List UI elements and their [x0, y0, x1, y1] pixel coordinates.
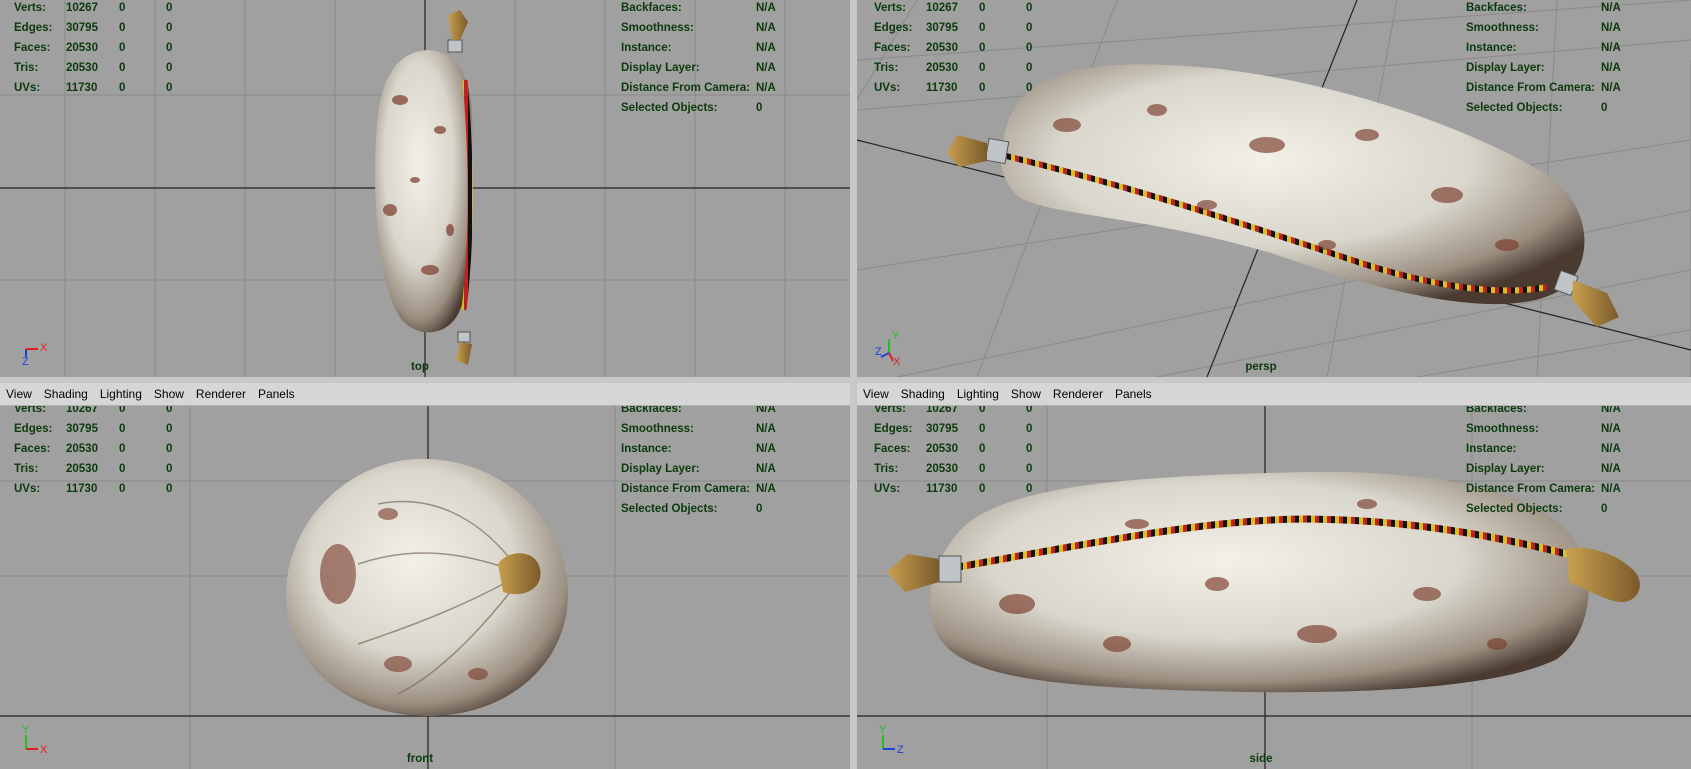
menu-view[interactable]: View [0, 387, 38, 401]
viewport-front[interactable]: Verts: 10267 0 0 Edges: 30795 0 0 Faces: 20530 0… [0, 406, 850, 769]
menu-show[interactable]: Show [1005, 387, 1047, 401]
hud-row: Distance From Camera: N/A [621, 483, 776, 495]
camera-name-label: front [406, 753, 434, 765]
hud-row: Faces: 20530 0 0 [874, 42, 1033, 54]
hud-row: Faces: 20530 0 0 [874, 443, 1033, 455]
viewport-panel-front[interactable]: View Shading Lighting Show Renderer Pane… [0, 383, 850, 769]
object-info-hud: Backfaces: N/A Smoothness: N/A Instance: N/… [621, 406, 821, 519]
axis-label-y: Y [22, 724, 30, 736]
hud-row: Display Layer: N/A [1466, 463, 1621, 475]
hud-row: Display Layer: N/A [621, 62, 776, 74]
axis-label-z: Z [875, 346, 882, 358]
axis-gizmo-top: Z X [22, 342, 48, 365]
viewport-persp[interactable]: Verts: 10267 0 0 Edges: 30795 0 0 Faces: 20530 0… [857, 0, 1691, 377]
viewport-top[interactable]: Verts: 10267 0 0 Edges: 30795 0 0 Faces: 20530 0… [0, 0, 850, 377]
menu-shading[interactable]: Shading [38, 387, 94, 401]
hud-row: Smoothness: N/A [1466, 423, 1621, 435]
hud-row: Tris: 20530 0 0 [14, 463, 173, 475]
axis-label-x: X [40, 744, 48, 756]
hud-row: Verts: 10267 0 0 [874, 406, 1033, 415]
axis-label-y: Y [879, 724, 887, 736]
poly-count-hud: Verts: 10267 0 0 Edges: 30795 0 0 Faces: 20530 0… [14, 406, 234, 499]
camera-name-label: persp [1245, 361, 1277, 373]
menu-panels[interactable]: Panels [252, 387, 301, 401]
hud-row: Instance: N/A [1466, 42, 1621, 54]
hud-row: Edges: 30795 0 0 [874, 22, 1033, 34]
panel-menubar: View Shading Lighting Show Renderer Pane… [857, 383, 1691, 406]
menu-lighting[interactable]: Lighting [94, 387, 148, 401]
hud-row: Verts: 10267 0 0 [874, 2, 1033, 14]
hud-row: UVs: 11730 0 0 [874, 82, 1033, 94]
hud-row: Tris: 20530 0 0 [14, 62, 173, 74]
hud-row: Smoothness: N/A [1466, 22, 1621, 34]
hud-row: UVs: 11730 0 0 [14, 483, 173, 495]
hud-row: Selected Objects: 0 [621, 102, 763, 114]
hud-row: Selected Objects: 0 [1466, 102, 1608, 114]
hud-row: UVs: 11730 0 0 [874, 483, 1033, 495]
hud-row: Smoothness: N/A [621, 423, 776, 435]
menu-renderer[interactable]: Renderer [190, 387, 252, 401]
poly-count-hud: Verts: 10267 0 0 Edges: 30795 0 0 Faces: 20530 0… [874, 0, 1094, 98]
viewport-panel-persp[interactable]: Verts: 10267 0 0 Edges: 30795 0 0 Faces: 20530 0… [857, 0, 1691, 377]
axis-gizmo-side: Y Z [879, 724, 904, 756]
hud-row: Edges: 30795 0 0 [14, 22, 173, 34]
salami-model-front[interactable] [278, 454, 578, 722]
salami-model-top[interactable] [360, 10, 490, 365]
axis-gizmo-front: Y X [22, 724, 48, 756]
hud-row: Distance From Camera: N/A [621, 82, 776, 94]
hud-row: Display Layer: N/A [1466, 62, 1621, 74]
axis-label-x: X [893, 356, 901, 365]
axis-gizmo-persp: Y Z X [875, 330, 901, 365]
camera-name-label: top [411, 361, 429, 373]
menu-view[interactable]: View [857, 387, 895, 401]
hud-row: Faces: 20530 0 0 [14, 443, 173, 455]
hud-row: Backfaces: N/A [621, 2, 776, 14]
menu-lighting[interactable]: Lighting [951, 387, 1005, 401]
hud-row: Tris: 20530 0 0 [874, 62, 1033, 74]
hud-row: Instance: N/A [1466, 443, 1621, 455]
hud-row: Smoothness: N/A [621, 22, 776, 34]
hud-row: Display Layer: N/A [621, 463, 776, 475]
hud-row: Edges: 30795 0 0 [14, 423, 173, 435]
object-info-hud: Backfaces: N/A Smoothness: N/A Instance: N/… [1466, 0, 1666, 118]
viewport-panel-top[interactable]: Verts: 10267 0 0 Edges: 30795 0 0 Faces: 20530 0… [0, 0, 850, 377]
hud-row: Selected Objects: 0 [621, 503, 763, 515]
axis-label-z: Z [897, 744, 904, 756]
menu-panels[interactable]: Panels [1109, 387, 1158, 401]
poly-count-hud: Verts: 10267 0 0 Edges: 30795 0 0 Faces: 20530 0… [14, 0, 234, 98]
axis-label-z: Z [22, 356, 29, 365]
menu-renderer[interactable]: Renderer [1047, 387, 1109, 401]
poly-count-hud: Verts: 10267 0 0 Edges: 30795 0 0 Faces: 20530 0… [874, 406, 1094, 499]
hud-row: Verts: 10267 0 0 [14, 2, 173, 14]
hud-row: Backfaces: N/A [1466, 406, 1621, 415]
hud-row: Instance: N/A [621, 443, 776, 455]
hud-row: Distance From Camera: N/A [1466, 82, 1621, 94]
object-info-hud: Backfaces: N/A Smoothness: N/A Instance: N/… [1466, 406, 1666, 519]
hud-row: Instance: N/A [621, 42, 776, 54]
menu-shading[interactable]: Shading [895, 387, 951, 401]
camera-name-label: side [1249, 753, 1273, 765]
hud-row: Selected Objects: 0 [1466, 503, 1608, 515]
hud-row: Tris: 20530 0 0 [874, 463, 1033, 475]
viewport-side[interactable]: Verts: 10267 0 0 Edges: 30795 0 0 Faces: 20530 0… [857, 406, 1691, 769]
menu-show[interactable]: Show [148, 387, 190, 401]
object-info-hud: Backfaces: N/A Smoothness: N/A Instance: N/… [621, 0, 821, 118]
axis-label-y: Y [892, 330, 900, 342]
viewport-panel-side[interactable]: View Shading Lighting Show Renderer Pane… [857, 383, 1691, 769]
hud-row: Verts: 10267 0 0 [14, 406, 173, 415]
hud-row: Edges: 30795 0 0 [874, 423, 1033, 435]
hud-row: Distance From Camera: N/A [1466, 483, 1621, 495]
hud-row: Backfaces: N/A [1466, 2, 1621, 14]
hud-row: Faces: 20530 0 0 [14, 42, 173, 54]
panel-menubar: View Shading Lighting Show Renderer Pane… [0, 383, 850, 406]
hud-row: UVs: 11730 0 0 [14, 82, 173, 94]
hud-row: Backfaces: N/A [621, 406, 776, 415]
axis-label-x: X [40, 342, 48, 354]
